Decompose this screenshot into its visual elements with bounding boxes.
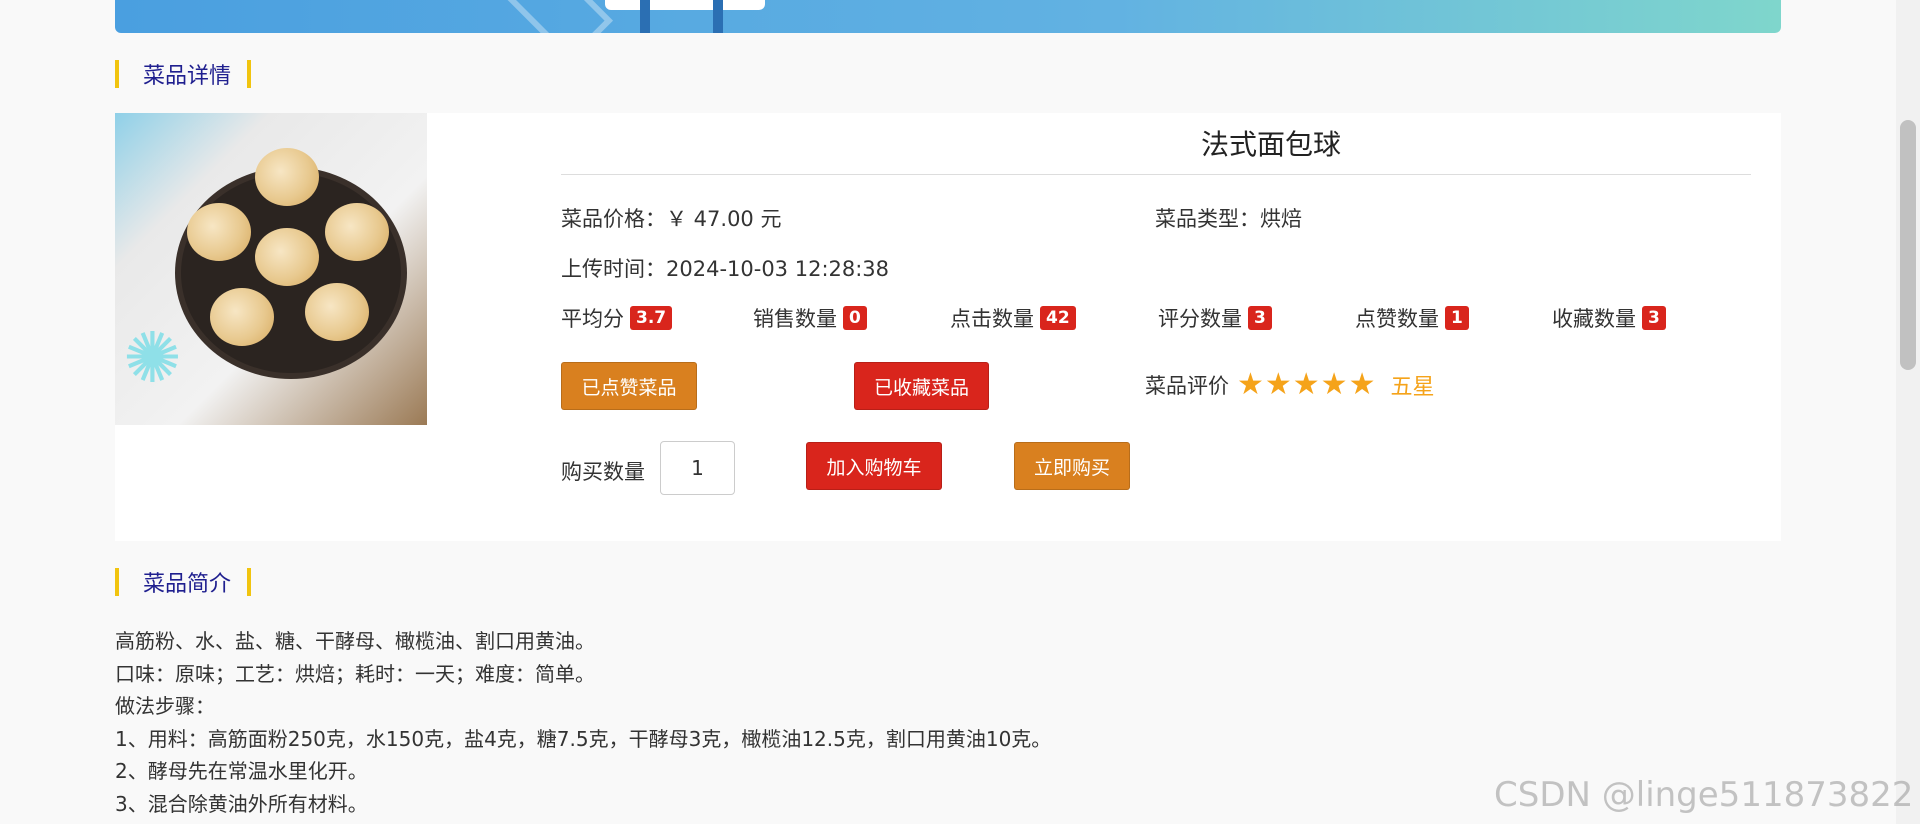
banner-decoration	[713, 0, 723, 33]
section-title-text: 菜品简介	[143, 572, 232, 597]
stat-label: 平均分	[561, 307, 624, 331]
stat-badge: 0	[843, 306, 867, 330]
stat-label: 评分数量	[1158, 307, 1242, 331]
quantity-input[interactable]	[660, 441, 735, 495]
upload-time-field: 上传时间：2024-10-03 12:28:38	[561, 253, 889, 283]
stat-label: 收藏数量	[1552, 307, 1636, 331]
stat-favorite-count: 收藏数量 3	[1552, 303, 1666, 333]
section-title-text: 菜品详情	[143, 64, 232, 89]
price-field: 菜品价格：￥ 47.00 元	[561, 203, 781, 233]
stat-badge: 3.7	[630, 306, 673, 330]
section-title-detail: 菜品详情	[115, 60, 252, 89]
dish-photo: ✺	[115, 113, 427, 425]
stat-rating-count: 评分数量 3	[1158, 303, 1272, 333]
dish-detail-card: ✺ 法式面包球 菜品价格：￥ 47.00 元 菜品类型：烘焙 上传时间：2024…	[115, 113, 1781, 541]
stat-label: 销售数量	[753, 307, 837, 331]
stat-click-count: 点击数量 42	[950, 303, 1076, 333]
intro-line: 3、混合除黄油外所有材料。	[115, 791, 368, 816]
stat-badge: 42	[1040, 306, 1076, 330]
bun-graphic	[210, 288, 274, 346]
stat-sales-count: 销售数量 0	[753, 303, 867, 333]
stat-label: 点赞数量	[1355, 307, 1439, 331]
bun-graphic	[305, 283, 369, 341]
upload-value: 2024-10-03 12:28:38	[666, 257, 890, 281]
banner-decoration	[605, 0, 765, 10]
stat-like-count: 点赞数量 1	[1355, 303, 1469, 333]
stat-label: 点击数量	[950, 307, 1034, 331]
type-value: 烘焙	[1260, 207, 1302, 231]
banner-decoration	[506, 0, 614, 33]
bun-graphic	[255, 148, 319, 206]
stat-badge: 3	[1642, 306, 1666, 330]
upload-label: 上传时间：	[561, 257, 666, 281]
liked-button[interactable]: 已点赞菜品	[561, 362, 697, 410]
price-label: 菜品价格：	[561, 207, 666, 231]
flower-decoration-icon: ✺	[123, 317, 182, 399]
dish-rating: 菜品评价 ★★★★★ 五星	[1145, 369, 1435, 401]
banner-decoration	[640, 0, 650, 33]
rating-text: 五星	[1390, 375, 1435, 400]
intro-line: 1、用料：高筋面粉250克，水150克，盐4克，糖7.5克，干酵母3克，橄榄油1…	[115, 726, 1052, 751]
rating-label: 菜品评价	[1145, 374, 1229, 398]
intro-line: 2、酵母先在常温水里化开。	[115, 759, 368, 783]
title-divider	[561, 174, 1751, 175]
top-banner	[115, 0, 1781, 33]
bun-graphic	[187, 203, 251, 261]
stat-badge: 3	[1248, 306, 1272, 330]
add-to-cart-button[interactable]: 加入购物车	[806, 442, 942, 490]
type-field: 菜品类型：烘焙	[1155, 203, 1302, 233]
intro-line: 做法步骤：	[115, 694, 215, 718]
dish-introduction: 高筋粉、水、盐、糖、干酵母、橄榄油、割口用黄油。 口味：原味；工艺：烘焙；耗时：…	[115, 625, 1051, 820]
scrollbar-thumb[interactable]	[1900, 120, 1916, 370]
bun-graphic	[255, 228, 319, 286]
csdn-watermark: CSDN @linge511873822	[1494, 775, 1914, 815]
star-rating-icon[interactable]: ★★★★★	[1237, 370, 1376, 400]
type-label: 菜品类型：	[1155, 207, 1260, 231]
buy-now-button[interactable]: 立即购买	[1014, 442, 1130, 490]
favorited-button[interactable]: 已收藏菜品	[854, 362, 989, 410]
intro-line: 口味：原味；工艺：烘焙；耗时：一天；难度：简单。	[115, 661, 595, 686]
quantity-label: 购买数量	[561, 460, 645, 484]
stat-badge: 1	[1445, 306, 1469, 330]
vertical-scrollbar[interactable]	[1896, 0, 1920, 824]
price-value: ￥ 47.00 元	[666, 207, 782, 231]
dish-title: 法式面包球	[1200, 128, 1341, 161]
bun-graphic	[325, 203, 389, 261]
stat-average-score: 平均分 3.7	[561, 303, 673, 333]
intro-line: 高筋粉、水、盐、糖、干酵母、橄榄油、割口用黄油。	[115, 629, 595, 653]
section-title-intro: 菜品简介	[115, 568, 252, 597]
